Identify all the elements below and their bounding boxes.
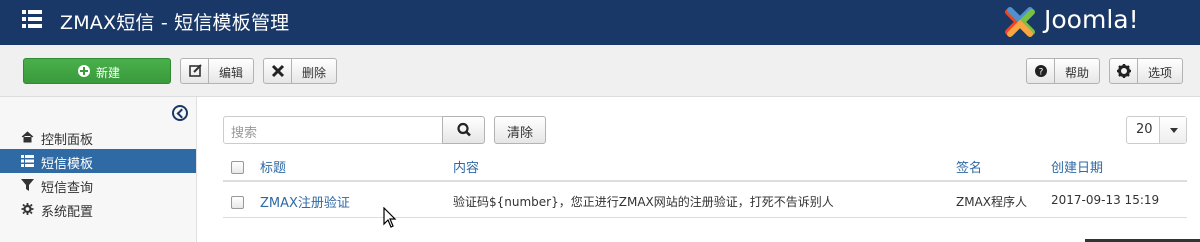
mouse-cursor-icon (383, 207, 397, 228)
select-all-checkbox[interactable] (231, 161, 244, 174)
delete-button[interactable]: 删除 (263, 58, 337, 84)
list-icon (21, 155, 34, 167)
app-header: ZMAX短信 - 短信模板管理 Joomla! (0, 0, 1200, 45)
row-signature: ZMAX程序人 (956, 195, 1028, 209)
menu-grid-icon[interactable] (22, 10, 42, 28)
row-checkbox[interactable] (231, 196, 244, 209)
new-button-label: 新建 (96, 66, 121, 80)
edit-button-label: 编辑 (219, 66, 244, 80)
edit-icon (181, 59, 209, 83)
column-header-title[interactable]: 标题 (260, 157, 286, 176)
sidebar: 控制面板 短信模板 短信查询 系统配置 (0, 97, 197, 242)
joomla-logo-icon (1005, 7, 1035, 37)
filter-icon (21, 179, 34, 191)
edit-button[interactable]: 编辑 (180, 58, 254, 84)
table-header: 标题 内容 签名 创建日期 (223, 150, 1187, 182)
search-button[interactable] (442, 116, 485, 144)
help-button-label: 帮助 (1065, 66, 1090, 80)
options-button[interactable]: 选项 (1109, 58, 1183, 84)
sidebar-item-sms-templates[interactable]: 短信模板 (0, 149, 196, 173)
joomla-logo[interactable]: Joomla! (1000, 2, 1190, 42)
help-button[interactable]: ? 帮助 (1026, 58, 1100, 84)
home-icon (21, 131, 34, 143)
gear-icon (21, 203, 34, 215)
row-content: 验证码${number}，您正进行ZMAX网站的注册验证，打死不告诉别人 (453, 195, 834, 209)
search-icon (457, 122, 471, 137)
delete-button-label: 删除 (302, 66, 327, 80)
close-icon (264, 59, 292, 83)
sidebar-item-label: 短信模板 (41, 157, 94, 172)
page-title: ZMAX短信 - 短信模板管理 (60, 12, 290, 34)
column-header-created[interactable]: 创建日期 (1051, 157, 1103, 176)
sidebar-item-label: 系统配置 (41, 205, 94, 220)
plus-circle-icon (78, 65, 90, 77)
svg-text:?: ? (1039, 68, 1044, 78)
chevron-down-icon (1159, 117, 1186, 143)
row-title-link[interactable]: ZMAX注册验证 (260, 192, 350, 211)
options-button-label: 选项 (1148, 66, 1173, 80)
sidebar-item-sms-query[interactable]: 短信查询 (0, 173, 196, 197)
question-icon: ? (1027, 59, 1055, 83)
new-button[interactable]: 新建 (23, 58, 171, 84)
search-input[interactable]: 搜索 (223, 116, 443, 144)
column-header-signature[interactable]: 签名 (956, 157, 982, 176)
sidebar-item-system-config[interactable]: 系统配置 (0, 197, 196, 221)
clear-button[interactable]: 清除 (494, 116, 546, 144)
sidebar-item-control-panel[interactable]: 控制面板 (0, 125, 196, 149)
sidebar-item-label: 短信查询 (41, 181, 94, 196)
logo-text: Joomla! (1044, 5, 1139, 34)
list-limit-value: 20 (1136, 122, 1153, 137)
row-created-date: 2017-09-13 15:19 (1051, 193, 1160, 207)
column-header-content[interactable]: 内容 (453, 157, 479, 176)
table-row: ZMAX注册验证 验证码${number}，您正进行ZMAX网站的注册验证，打死… (223, 184, 1187, 218)
sidebar-item-label: 控制面板 (41, 133, 94, 148)
toolbar: 新建 编辑 删除 ? 帮助 选项 (0, 45, 1200, 97)
list-limit-select[interactable]: 20 (1126, 116, 1187, 144)
gear-icon (1110, 59, 1138, 83)
collapse-sidebar-icon[interactable] (172, 105, 188, 121)
